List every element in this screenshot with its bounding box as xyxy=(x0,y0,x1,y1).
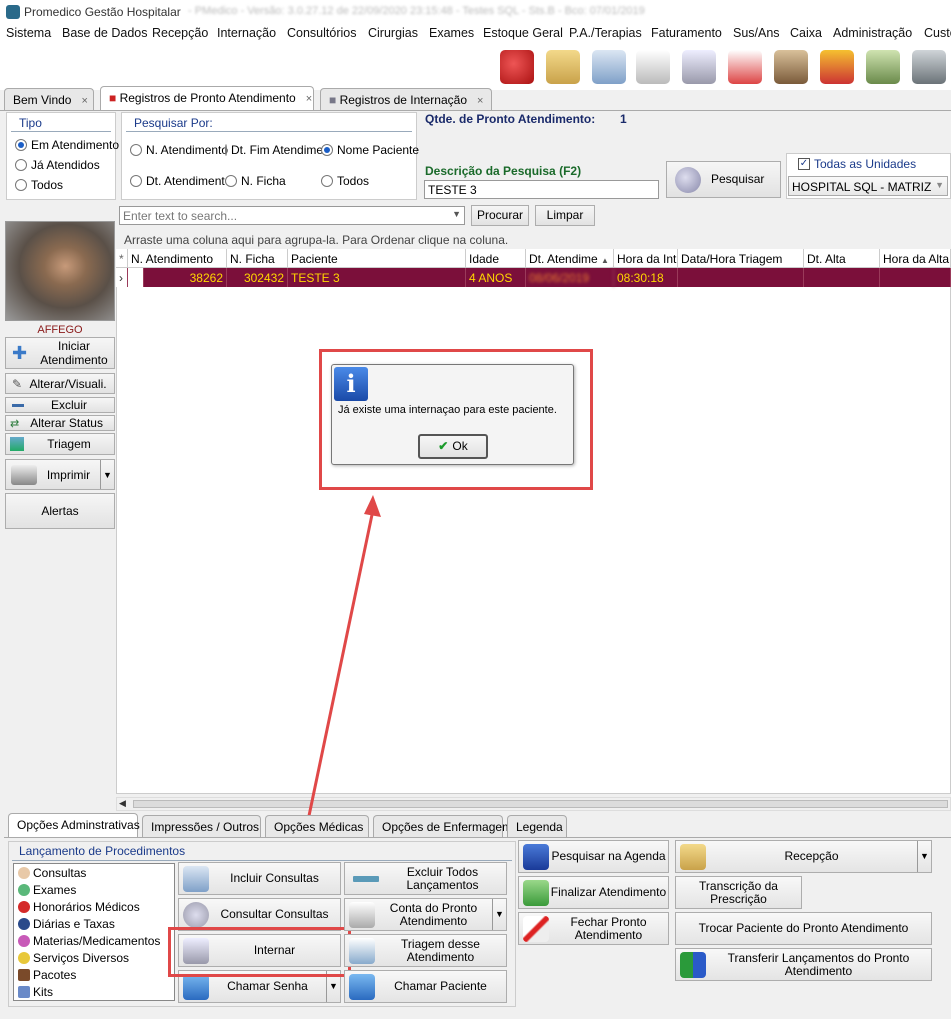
button-label: Conta do Pronto Atendimento xyxy=(389,900,478,928)
tab-impressoes-outros[interactable]: Impressões / Outros xyxy=(142,815,261,837)
button-label: Consultar Consultas xyxy=(220,907,329,921)
person-up-icon xyxy=(523,879,549,906)
chamar-paciente-button[interactable]: Chamar Paciente xyxy=(344,970,507,1003)
tab-opcoes-medicas[interactable]: Opções Médicas xyxy=(265,815,369,837)
button-label: Transferir Lançamentos do Pronto Atendim… xyxy=(727,950,910,978)
button-label: Excluir Todos Lançamentos xyxy=(406,864,479,892)
item-label: Pacotes xyxy=(33,968,77,982)
agenda-search-icon xyxy=(523,843,549,870)
red-cross-icon xyxy=(18,901,30,913)
button-label: Finalizar Atendimento xyxy=(550,885,667,899)
item-label: Consultas xyxy=(33,866,87,880)
speaker-icon xyxy=(183,973,209,1000)
document-icon xyxy=(349,901,375,928)
button-label: Chamar Paciente xyxy=(394,979,487,993)
finalizar-atendimento-button[interactable]: Finalizar Atendimento xyxy=(518,876,669,909)
button-label: Fechar Pronto Atendimento xyxy=(570,914,647,942)
recepcao-button[interactable]: Recepção ▼ xyxy=(675,840,932,873)
button-label: Incluir Consultas xyxy=(230,871,319,885)
package-icon xyxy=(18,969,30,981)
excluir-todos-button[interactable]: Excluir Todos Lançamentos xyxy=(344,862,507,895)
person-icon xyxy=(18,867,30,879)
item-label: Serviços Diversos xyxy=(33,951,130,965)
button-label: Pesquisar na Agenda xyxy=(551,849,666,863)
arrow-head xyxy=(364,495,381,517)
tab-legenda[interactable]: Legenda xyxy=(507,815,567,837)
button-label: Triagem desse Atendimento xyxy=(401,936,480,964)
divider xyxy=(12,860,512,861)
button-label: Transcrição da Prescrição xyxy=(699,878,778,906)
triagem-atendimento-button[interactable]: Triagem desse Atendimento xyxy=(344,934,507,967)
button-label: Trocar Paciente do Pronto Atendimento xyxy=(698,921,909,935)
item-label: Honorários Médicos xyxy=(33,900,140,914)
list-item-servicos[interactable]: Serviços Diversos xyxy=(18,951,129,965)
tab-opcoes-enfermagem[interactable]: Opções de Enfermagem xyxy=(373,815,512,837)
cancel-ambulance-icon xyxy=(523,915,549,942)
globe-icon xyxy=(18,918,30,930)
list-item-consultas[interactable]: Consultas xyxy=(18,866,86,880)
fechar-pronto-atendimento-button[interactable]: Fechar Pronto Atendimento xyxy=(518,912,669,945)
list-item-diarias[interactable]: Diárias e Taxas xyxy=(18,917,115,931)
list-item-materiais[interactable]: Materias/Medicamentos xyxy=(18,934,160,948)
list-item-pacotes[interactable]: Pacotes xyxy=(18,968,76,982)
item-label: Diárias e Taxas xyxy=(33,917,115,931)
pulse-icon xyxy=(18,884,30,896)
trocar-paciente-button[interactable]: Trocar Paciente do Pronto Atendimento xyxy=(675,912,932,945)
minus-icon xyxy=(353,875,379,882)
chevron-down-icon[interactable]: ▼ xyxy=(917,841,931,872)
list-item-honorarios[interactable]: Honorários Médicos xyxy=(18,900,140,914)
recepcao-icon xyxy=(680,843,706,870)
bottom-tabs: Opções Adminstrativas Impressões / Outro… xyxy=(8,813,951,837)
list-item-exames[interactable]: Exames xyxy=(18,883,76,897)
item-label: Materias/Medicamentos xyxy=(33,934,161,948)
chevron-down-icon[interactable]: ▼ xyxy=(492,899,506,930)
pills-icon xyxy=(18,935,30,947)
incluir-consultas-button[interactable]: Incluir Consultas xyxy=(178,862,341,895)
lancamento-title: Lançamento de Procedimentos xyxy=(19,844,186,858)
pesquisar-agenda-button[interactable]: Pesquisar na Agenda xyxy=(518,840,669,873)
transferir-lancamentos-button[interactable]: Transferir Lançamentos do Pronto Atendim… xyxy=(675,948,932,981)
item-label: Kits xyxy=(33,985,54,999)
button-label: Recepção xyxy=(784,849,839,863)
speaker-icon xyxy=(349,973,375,1000)
transfer-arrows-icon xyxy=(680,951,706,978)
item-label: Exames xyxy=(33,883,77,897)
tab-opcoes-administrativas[interactable]: Opções Adminstrativas xyxy=(8,813,140,837)
button-label: Chamar Senha xyxy=(227,979,308,993)
doctor-icon xyxy=(183,865,209,892)
list-item-kits[interactable]: Kits xyxy=(18,985,53,999)
pre-consulta-icon xyxy=(349,937,375,964)
transcricao-prescricao-button[interactable]: Transcrição da Prescrição xyxy=(675,876,802,909)
internar-highlight xyxy=(168,927,351,977)
magnifier-icon xyxy=(183,901,209,928)
kit-icon xyxy=(18,986,30,998)
star-icon xyxy=(18,952,30,964)
conta-pronto-atendimento-button[interactable]: Conta do Pronto Atendimento ▼ xyxy=(344,898,507,931)
procedures-list: Consultas Exames Honorários Médicos Diár… xyxy=(13,863,175,1001)
